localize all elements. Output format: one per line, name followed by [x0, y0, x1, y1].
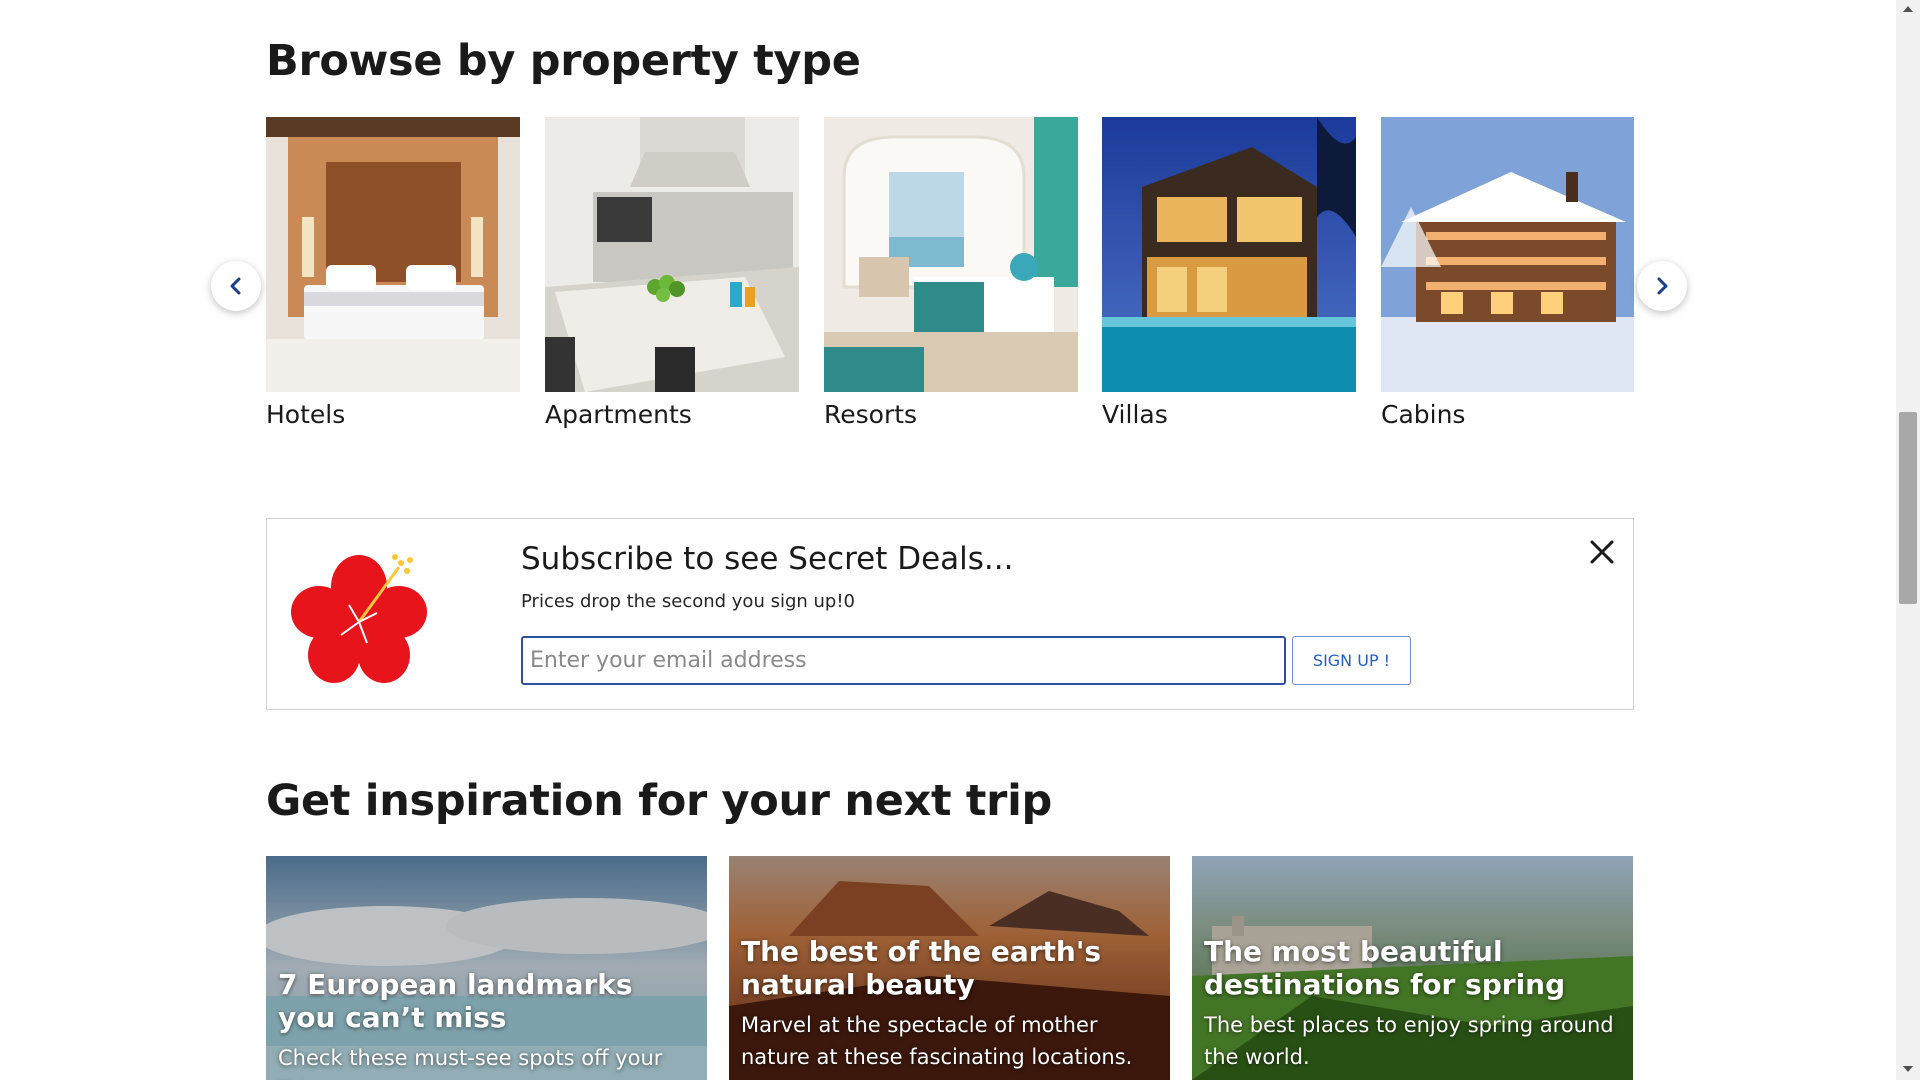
- email-input[interactable]: [521, 636, 1286, 685]
- property-label-cabins[interactable]: Cabins: [1381, 400, 1635, 429]
- cabins-image[interactable]: [1381, 117, 1635, 392]
- close-icon[interactable]: [1585, 535, 1619, 569]
- page-scrollbar[interactable]: [1896, 0, 1920, 1080]
- property-label-resorts[interactable]: Resorts: [824, 400, 1078, 429]
- carousel-prev-button[interactable]: [211, 261, 261, 311]
- subscribe-banner: Subscribe to see Secret Deals... Prices …: [266, 518, 1634, 710]
- subscribe-subtitle: Prices drop the second you sign up!0: [521, 591, 856, 612]
- property-label-hotels[interactable]: Hotels: [266, 400, 520, 429]
- carousel-next-button[interactable]: [1637, 261, 1687, 311]
- sign-up-button[interactable]: SIGN UP !: [1292, 636, 1411, 685]
- apartments-image[interactable]: [545, 117, 799, 392]
- scrollbar-thumb[interactable]: [1899, 412, 1917, 604]
- resorts-image[interactable]: [824, 117, 1078, 392]
- inspiration-card-landmarks[interactable]: 7 European landmarks you can’t miss Chec…: [266, 856, 707, 1080]
- scroll-down-icon[interactable]: [1903, 1066, 1913, 1072]
- villas-image[interactable]: [1102, 117, 1356, 392]
- hotels-image[interactable]: [266, 117, 520, 392]
- inspiration-card-subtitle: The best places to enjoy spring around t…: [1204, 1013, 1614, 1069]
- property-label-apartments[interactable]: Apartments: [545, 400, 799, 429]
- property-card-cabins[interactable]: Cabins: [1381, 117, 1635, 429]
- inspiration-card-nature[interactable]: The best of the earth's natural beauty M…: [729, 856, 1170, 1080]
- subscribe-title: Subscribe to see Secret Deals...: [521, 541, 1014, 577]
- inspiration-card-title: The most beautiful destinations for spri…: [1204, 935, 1566, 1001]
- inspiration-card-title: 7 European landmarks you can’t miss: [278, 968, 633, 1034]
- hibiscus-flower-icon: [291, 554, 427, 683]
- property-card-resorts[interactable]: Resorts: [824, 117, 1078, 429]
- inspiration-section-title: Get inspiration for your next trip: [266, 776, 1052, 826]
- chevron-left-icon: [230, 277, 241, 295]
- property-card-villas[interactable]: Villas: [1102, 117, 1356, 429]
- property-label-villas[interactable]: Villas: [1102, 400, 1356, 429]
- inspiration-card-subtitle: Marvel at the spectacle of mother nature…: [741, 1013, 1133, 1069]
- inspiration-card-title: The best of the earth's natural beauty: [741, 935, 1102, 1001]
- property-card-hotels[interactable]: Hotels: [266, 117, 520, 429]
- chevron-right-icon: [1657, 277, 1668, 295]
- inspiration-card-subtitle: Check these must-see spots off your list…: [278, 1046, 663, 1080]
- scroll-up-icon[interactable]: [1903, 6, 1913, 12]
- property-section-title: Browse by property type: [266, 36, 861, 86]
- inspiration-card-spring[interactable]: The most beautiful destinations for spri…: [1192, 856, 1633, 1080]
- property-card-apartments[interactable]: Apartments: [545, 117, 799, 429]
